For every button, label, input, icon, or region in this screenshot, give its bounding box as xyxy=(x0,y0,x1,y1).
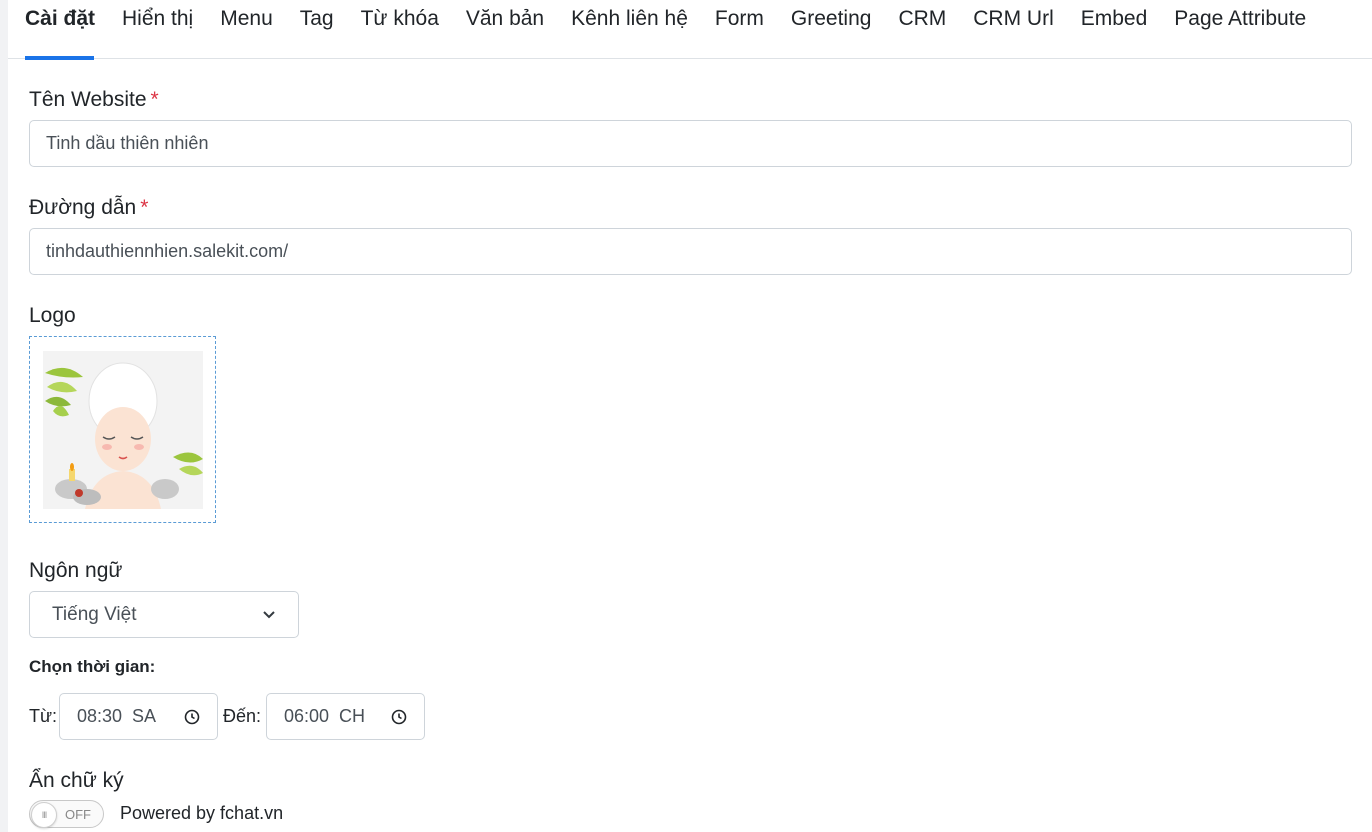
tab-crm-url[interactable]: CRM Url xyxy=(959,0,1066,59)
tab-embed[interactable]: Embed xyxy=(1067,0,1161,59)
left-edge-strip xyxy=(0,0,8,832)
to-label: Đến: xyxy=(223,706,262,726)
from-label: Từ: xyxy=(29,706,58,726)
logo-image xyxy=(43,351,203,509)
website-name-input[interactable] xyxy=(29,120,1352,167)
toggle-state-text: OFF xyxy=(65,807,91,822)
to-time-input[interactable]: 06:00 CH xyxy=(266,693,425,740)
tab-menu[interactable]: Menu xyxy=(206,0,286,59)
tab-settings[interactable]: Cài đặt xyxy=(11,0,108,60)
clock-icon[interactable] xyxy=(184,709,200,725)
hide-signature-label: Ẩn chữ ký xyxy=(29,769,124,792)
tab-tag[interactable]: Tag xyxy=(286,0,347,59)
clock-icon[interactable] xyxy=(391,709,407,725)
to-time-value: 06:00 CH xyxy=(284,706,366,726)
language-select[interactable]: Tiếng Việt xyxy=(29,591,299,638)
required-mark: * xyxy=(150,88,159,111)
tab-display[interactable]: Hiển thị xyxy=(108,0,206,59)
settings-page: Cài đặt Hiển thị Menu Tag Từ khóa Văn bả… xyxy=(8,0,1372,832)
powered-by-text: Powered by fchat.vn xyxy=(120,803,284,823)
tab-contact-channels[interactable]: Kênh liên hệ xyxy=(557,0,701,59)
time-range-label: Chọn thời gian: xyxy=(29,657,156,676)
tab-page-attribute[interactable]: Page Attribute xyxy=(1160,0,1319,59)
tab-bar: Cài đặt Hiển thị Menu Tag Từ khóa Văn bả… xyxy=(8,0,1372,60)
hide-signature-toggle[interactable]: III OFF xyxy=(29,800,104,828)
required-mark: * xyxy=(140,196,149,219)
website-name-label-text: Tên Website xyxy=(29,88,147,111)
from-time-input[interactable]: 08:30 SA xyxy=(59,693,218,740)
tab-keywords[interactable]: Từ khóa xyxy=(347,0,452,59)
from-time-value: 08:30 SA xyxy=(77,706,157,726)
tab-text[interactable]: Văn bản xyxy=(452,0,557,59)
tab-greeting[interactable]: Greeting xyxy=(777,0,885,59)
tab-form[interactable]: Form xyxy=(701,0,777,59)
path-label: Đường dẫn * xyxy=(29,196,148,220)
path-label-text: Đường dẫn xyxy=(29,196,137,219)
logo-upload-area[interactable] xyxy=(29,336,216,523)
chevron-down-icon xyxy=(263,610,275,618)
toggle-knob: III xyxy=(31,802,57,828)
website-name-label: Tên Website * xyxy=(29,88,159,112)
path-input[interactable] xyxy=(29,228,1352,275)
language-label: Ngôn ngữ xyxy=(29,559,123,582)
logo-label: Logo xyxy=(29,304,76,327)
language-selected-value: Tiếng Việt xyxy=(52,603,137,625)
tab-crm[interactable]: CRM xyxy=(884,0,959,59)
